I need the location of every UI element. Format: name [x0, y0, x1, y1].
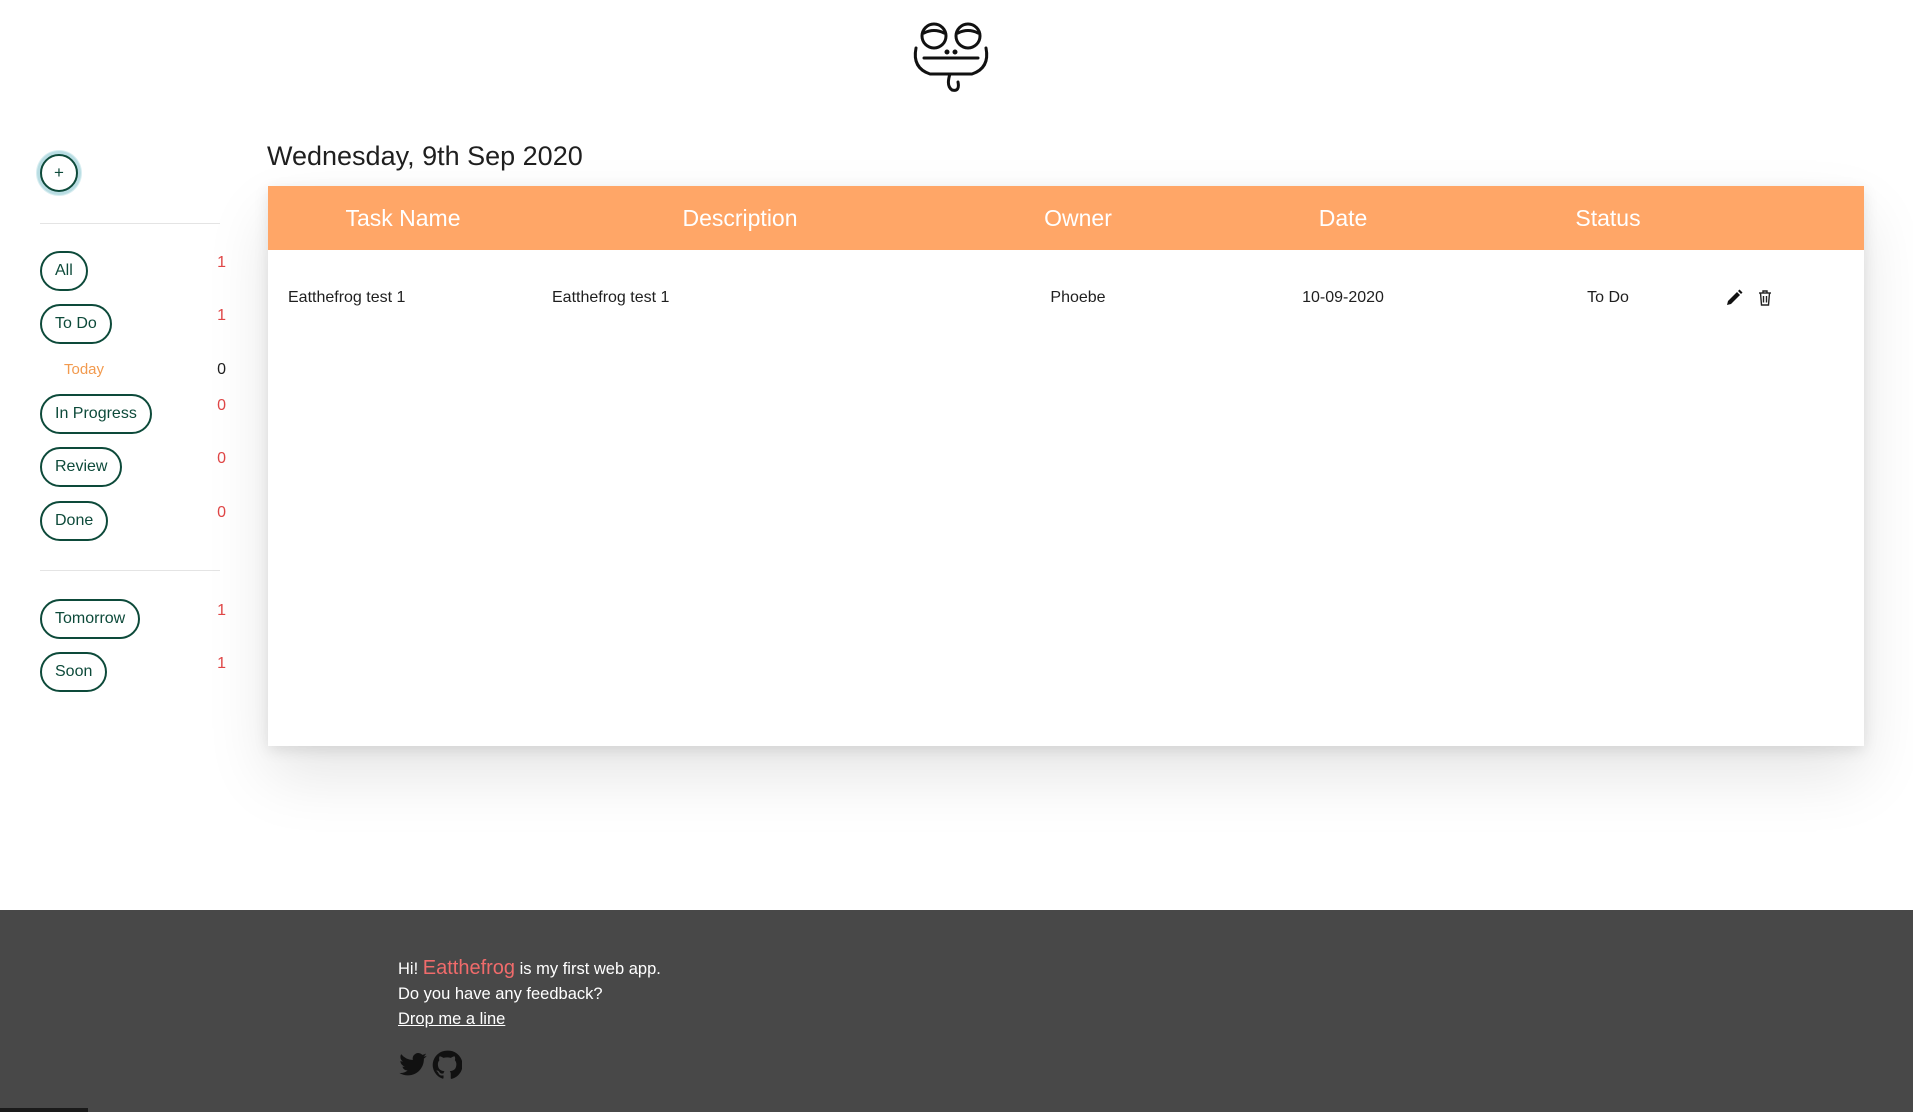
column-header-date: Date	[1318, 204, 1368, 231]
task-owner-cell: Phoebe	[1050, 289, 1106, 306]
table-header: Task Name Description Owner Date Status	[268, 186, 1864, 250]
filter-review-count: 0	[217, 450, 226, 467]
trash-icon[interactable]	[1755, 288, 1775, 308]
footer-feedback-question: Do you have any feedback?	[398, 985, 603, 1003]
filter-todo-button[interactable]: To Do	[40, 304, 112, 344]
add-task-button[interactable]: +	[40, 154, 78, 192]
filter-todo-count: 1	[217, 307, 226, 324]
github-icon[interactable]	[432, 1050, 462, 1080]
window-corner-bar	[0, 1108, 88, 1112]
task-name-cell: Eatthefrog test 1	[288, 289, 406, 306]
filter-in-progress-count: 0	[217, 397, 226, 414]
task-table: Task Name Description Owner Date Status …	[268, 186, 1864, 746]
filter-done-count: 0	[217, 504, 226, 521]
pencil-icon[interactable]	[1724, 288, 1744, 308]
task-date-cell: 10-09-2020	[1302, 289, 1384, 306]
footer-intro: is my first web app.	[515, 960, 661, 978]
filter-soon-count: 1	[217, 655, 226, 672]
footer-greeting: Hi!	[398, 960, 423, 978]
filter-done-button[interactable]: Done	[40, 501, 109, 541]
filter-today-count: 0	[217, 361, 226, 378]
column-header-owner: Owner	[1044, 204, 1112, 231]
footer: Hi! Eatthefrog is my first web app. Do y…	[0, 910, 1913, 1112]
footer-message: Hi! Eatthefrog is my first web app. Do y…	[398, 956, 661, 1032]
column-header-description: Description	[682, 204, 798, 231]
footer-brand: Eatthefrog	[422, 957, 516, 979]
page-title: Wednesday, 9th Sep 2020	[267, 141, 583, 171]
filter-in-progress-button[interactable]: In Progress	[40, 394, 152, 434]
filter-soon-button[interactable]: Soon	[40, 652, 108, 692]
sidebar-divider	[40, 570, 220, 571]
sidebar-divider	[40, 223, 220, 224]
drop-me-a-line-link[interactable]: Drop me a line	[398, 1010, 505, 1028]
filter-tomorrow-button[interactable]: Tomorrow	[40, 599, 141, 639]
task-status-cell: To Do	[1587, 289, 1629, 306]
frog-face-icon	[913, 22, 989, 92]
twitter-icon[interactable]	[398, 1050, 428, 1080]
filter-tomorrow-count: 1	[217, 602, 226, 619]
filter-all-button[interactable]: All	[40, 251, 88, 291]
task-description-cell: Eatthefrog test 1	[552, 289, 670, 306]
filter-all-count: 1	[217, 254, 226, 271]
filter-today-link[interactable]: Today	[64, 361, 104, 378]
filter-review-button[interactable]: Review	[40, 447, 123, 487]
column-header-status: Status	[1575, 204, 1641, 231]
column-header-task-name: Task Name	[345, 204, 461, 231]
